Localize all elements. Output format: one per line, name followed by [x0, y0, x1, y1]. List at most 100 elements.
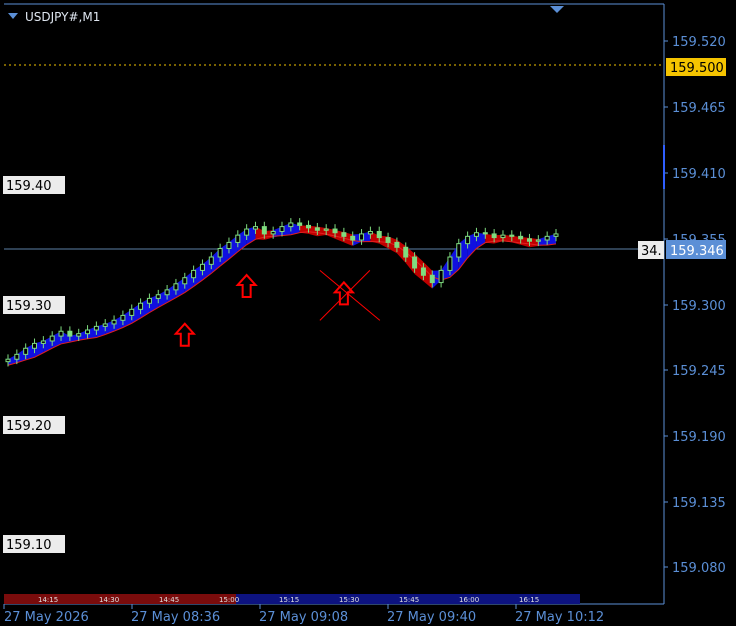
candle-body — [473, 232, 479, 237]
candle-body — [332, 228, 338, 234]
candle-body — [535, 239, 541, 242]
session-time: 15:15 — [279, 596, 299, 604]
candle-body — [500, 234, 506, 239]
candle-body — [323, 228, 329, 231]
candle-body — [341, 232, 347, 237]
session-time: 16:15 — [519, 596, 539, 604]
level-label-text: 159.40 — [6, 179, 52, 194]
candle-body — [93, 325, 99, 331]
level-label-159-10[interactable]: 159.10 — [3, 535, 65, 553]
candle-body — [129, 308, 135, 316]
candle-body — [164, 289, 170, 296]
time-tick: 27 May 08:36 — [131, 610, 220, 625]
session-bar: 14:15 14:30 14:45 15:00 15:15 15:30 15:4… — [4, 594, 580, 604]
session-time: 15:00 — [219, 596, 239, 604]
price-chart[interactable]: USDJPY#,M1 159.40 159.30 159.20 159.10 1… — [0, 0, 736, 626]
candle-body — [350, 235, 356, 241]
candle-body — [208, 256, 214, 265]
level-label-159-30[interactable]: 159.30 — [3, 296, 65, 314]
price-tick: 159.300 — [672, 299, 726, 314]
candle-body — [553, 233, 559, 237]
time-axis[interactable]: 27 May 2026 27 May 08:36 27 May 09:08 27… — [3, 604, 604, 625]
candle-body — [420, 267, 426, 276]
price-tick: 159.410 — [672, 167, 726, 182]
current-price-text: 159.346 — [670, 244, 724, 259]
candle-body — [191, 269, 197, 279]
level-label-text: 159.10 — [6, 538, 52, 553]
candle-body — [235, 234, 241, 243]
candle-body — [120, 314, 126, 321]
level-label-text: 159.30 — [6, 299, 52, 314]
level-label-159-20[interactable]: 159.20 — [3, 416, 65, 434]
price-tick: 159.135 — [672, 496, 726, 511]
candle-body — [67, 330, 73, 337]
candle-body — [40, 340, 46, 344]
candle-body — [155, 294, 161, 299]
time-tick: 27 May 10:12 — [515, 610, 604, 625]
candle-body — [465, 235, 471, 245]
candle-body — [76, 333, 82, 337]
session-time: 16:00 — [459, 596, 479, 604]
candle-body — [102, 323, 108, 327]
candle-body — [306, 224, 312, 229]
candle-body — [403, 246, 409, 258]
spread-tag[interactable]: 34. — [638, 241, 664, 259]
candle-body — [376, 230, 382, 239]
candle-body — [23, 347, 29, 355]
candle-body — [509, 234, 515, 237]
candle-body — [111, 319, 117, 325]
candle-body — [412, 256, 418, 269]
candle-body — [518, 235, 524, 240]
session-time: 15:30 — [339, 596, 359, 604]
price-tick: 159.245 — [672, 364, 726, 379]
session-time: 14:30 — [99, 596, 119, 604]
candle-body — [85, 329, 91, 335]
time-tick: 27 May 09:40 — [387, 610, 476, 625]
price-tick: 159.465 — [672, 101, 726, 116]
session-time: 15:45 — [399, 596, 419, 604]
candle-body — [429, 274, 435, 284]
candle-body — [182, 277, 188, 285]
candle-body — [14, 353, 20, 360]
candle-body — [491, 233, 497, 239]
candle-body — [297, 222, 303, 226]
symbol-title: USDJPY#,M1 — [25, 10, 100, 24]
candle-body — [438, 269, 444, 284]
level-label-text: 159.20 — [6, 419, 52, 434]
candle-body — [482, 232, 488, 235]
time-tick: 27 May 09:08 — [259, 610, 348, 625]
alert-level-text: 159.500 — [670, 61, 724, 76]
candle-body — [199, 263, 205, 271]
candle-body — [544, 235, 550, 241]
candle-body — [261, 226, 267, 235]
candle-body — [32, 342, 38, 349]
candle-body — [456, 243, 462, 258]
candle-body — [314, 227, 320, 231]
spread-tag-text: 34. — [641, 244, 662, 259]
alert-level-badge[interactable]: 159.500 — [666, 58, 726, 76]
candle-body — [385, 237, 391, 243]
price-axis[interactable]: 159.520 159.465 159.410 159.355 159.300 … — [663, 35, 726, 576]
candle-body — [359, 233, 365, 241]
candle-body — [217, 248, 223, 258]
level-label-159-40[interactable]: 159.40 — [3, 176, 65, 194]
price-scale-marker — [663, 145, 665, 189]
candle-body — [367, 230, 373, 235]
session-time: 14:45 — [159, 596, 179, 604]
price-tick: 159.080 — [672, 561, 726, 576]
candle-body — [49, 335, 55, 342]
candle-body — [146, 297, 152, 304]
price-tick: 159.190 — [672, 430, 726, 445]
candle-body — [252, 226, 258, 230]
candle-body — [244, 228, 250, 236]
plot-area[interactable] — [4, 4, 664, 604]
candle-body — [526, 238, 532, 242]
current-price-badge[interactable]: 159.346 — [666, 240, 726, 259]
candle-body — [394, 241, 400, 248]
candle-body — [279, 226, 285, 232]
candle-body — [226, 241, 232, 250]
candle-body — [138, 302, 144, 310]
price-tick: 159.520 — [672, 35, 726, 50]
candle-body — [288, 222, 294, 228]
candle-body — [270, 230, 276, 235]
